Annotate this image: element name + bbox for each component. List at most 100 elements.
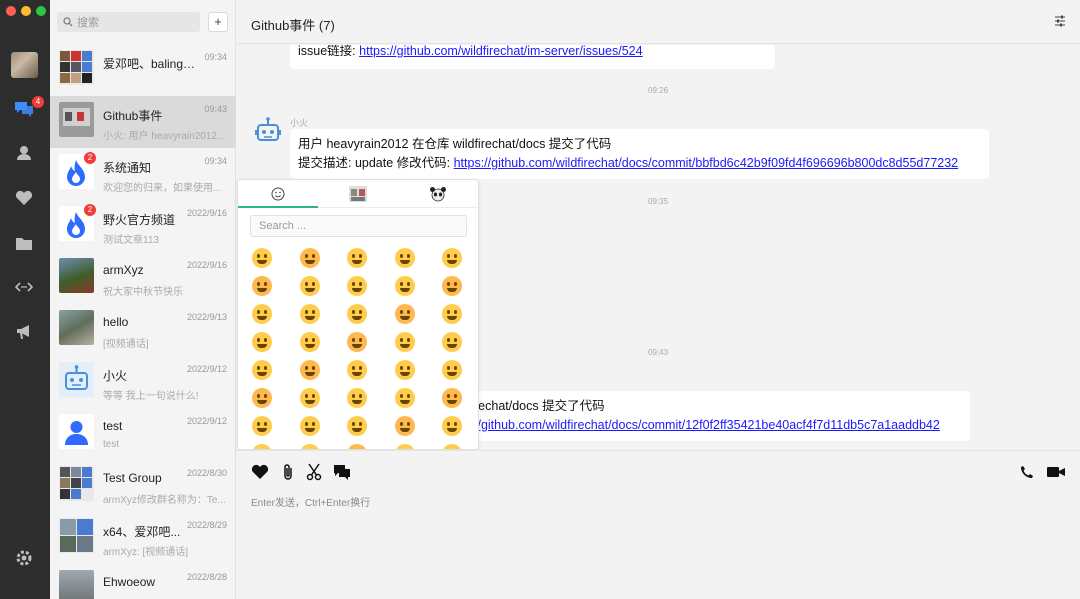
emoji-button[interactable] xyxy=(442,276,462,296)
emoji-button[interactable] xyxy=(252,332,272,352)
conversation-item[interactable]: Github事件 09:43 小火: 用户 heavyrain2012... xyxy=(50,96,236,148)
heart-icon[interactable] xyxy=(250,462,270,482)
emoji-button[interactable] xyxy=(347,304,367,324)
workspace-icon[interactable] xyxy=(13,276,35,298)
chat-settings-icon[interactable] xyxy=(1054,15,1066,30)
issue-link[interactable]: https://github.com/wildfirechat/im-serve… xyxy=(359,45,642,58)
message-text: 用户 heavyrain2012 在仓库 wildfirechat/docs 提… xyxy=(298,137,612,151)
panda-icon[interactable] xyxy=(398,180,478,208)
emoji-button[interactable] xyxy=(347,416,367,436)
video-icon[interactable] xyxy=(1046,462,1066,482)
conversation-last-message: 小火: 用户 heavyrain2012... xyxy=(103,131,226,142)
folder-icon[interactable] xyxy=(13,232,35,254)
scissors-icon[interactable] xyxy=(304,462,324,482)
conversation-item[interactable]: armXyz 2022/9/16 祝大家中秋节快乐 xyxy=(50,252,236,304)
emoji-button[interactable] xyxy=(300,360,320,380)
emoji-button[interactable] xyxy=(252,360,272,380)
commit-link[interactable]: https://github.com/wildfirechat/docs/com… xyxy=(454,156,959,170)
robot-avatar-icon xyxy=(252,115,284,147)
emoji-button[interactable] xyxy=(347,388,367,408)
attachment-icon[interactable] xyxy=(278,462,298,482)
smile-icon[interactable] xyxy=(238,180,318,208)
conversation-name: test xyxy=(103,419,123,433)
emoji-button[interactable] xyxy=(395,248,415,268)
message-text: 提交描述: update 修改代码: xyxy=(298,156,454,170)
emoji-button[interactable] xyxy=(442,388,462,408)
emoji-button[interactable] xyxy=(442,304,462,324)
emoji-button[interactable] xyxy=(395,276,415,296)
emoji-search-input[interactable]: Search ... xyxy=(250,215,467,237)
minimize-window-button[interactable] xyxy=(21,6,31,16)
conversation-item[interactable]: test 2022/9/12 test xyxy=(50,408,236,460)
conversation-item[interactable]: 2 系统通知 09:34 欢迎您的归来，如果使用... xyxy=(50,148,236,200)
emoji-button[interactable] xyxy=(395,416,415,436)
search-placeholder: 搜索 xyxy=(77,17,99,29)
emoji-button[interactable] xyxy=(252,248,272,268)
conversation-item[interactable]: 爱邓吧、balingdu... 09:34 xyxy=(50,44,236,96)
emoji-button[interactable] xyxy=(347,332,367,352)
conversation-item[interactable]: hello 2022/9/13 [视频通话] xyxy=(50,304,236,356)
contacts-icon[interactable] xyxy=(13,142,35,164)
conversation-item[interactable]: x64、爱邓吧... 2022/8/29 armXyz: [视频通话] xyxy=(50,512,236,564)
emoji-button[interactable] xyxy=(442,360,462,380)
nav-rail: 4 xyxy=(0,0,50,599)
unread-badge: 2 xyxy=(84,152,96,164)
conversation-time: 2022/9/16 xyxy=(186,260,227,270)
message-text: issue链接: xyxy=(298,45,360,58)
emoji-button[interactable] xyxy=(252,276,272,296)
conversation-name: hello xyxy=(103,315,129,329)
message-icon[interactable] xyxy=(332,462,352,482)
default-user-icon xyxy=(59,414,94,449)
emoji-button[interactable] xyxy=(395,332,415,352)
emoji-button[interactable] xyxy=(300,332,320,352)
channel-icon[interactable] xyxy=(13,321,35,343)
emoji-button[interactable] xyxy=(442,248,462,268)
close-window-button[interactable] xyxy=(6,6,16,16)
emoji-button[interactable] xyxy=(300,388,320,408)
emoji-button[interactable] xyxy=(300,276,320,296)
zoom-window-button[interactable] xyxy=(36,6,46,16)
conversation-name: 野火官方频道 xyxy=(103,213,176,227)
favorites-icon[interactable] xyxy=(13,187,35,209)
conversation-avatar xyxy=(59,102,94,137)
emoji-button[interactable] xyxy=(252,304,272,324)
conversation-item[interactable]: Ehwoeow 2022/8/28 xyxy=(50,564,236,599)
conversation-name: armXyz xyxy=(103,263,144,277)
emoji-button[interactable] xyxy=(395,388,415,408)
conversation-avatar xyxy=(59,570,94,599)
search-input[interactable]: 搜索 xyxy=(57,12,200,32)
emoji-button[interactable] xyxy=(252,388,272,408)
user-avatar[interactable] xyxy=(11,52,38,78)
emoji-button[interactable] xyxy=(300,304,320,324)
commit-link[interactable]: //github.com/wildfirechat/docs/commit/12… xyxy=(474,418,940,432)
conversation-last-message: 祝大家中秋节快乐 xyxy=(103,287,183,298)
emoji-button[interactable] xyxy=(442,332,462,352)
phone-icon[interactable] xyxy=(1017,462,1037,482)
conversation-item[interactable]: 小火 2022/9/12 等等 我上一句说什么! xyxy=(50,356,236,408)
emoji-button[interactable] xyxy=(300,416,320,436)
emoji-button[interactable] xyxy=(395,360,415,380)
emoji-button[interactable] xyxy=(347,360,367,380)
emoji-button[interactable] xyxy=(300,248,320,268)
emoji-button[interactable] xyxy=(395,304,415,324)
conversation-item[interactable]: 2 野火官方频道 2022/9/16 测试文章113 xyxy=(50,200,236,252)
timestamp: 09:35 xyxy=(648,197,669,206)
emoji-button[interactable] xyxy=(347,248,367,268)
timestamp: 09:43 xyxy=(648,348,669,357)
emoji-button[interactable] xyxy=(347,276,367,296)
conversation-list: 搜索 + 爱邓吧、balingdu... 09:34 Github事件 09:4… xyxy=(50,0,236,599)
conversation-name: x64、爱邓吧... xyxy=(103,525,181,539)
conversation-name: Ehwoeow xyxy=(103,575,156,589)
emoji-button[interactable] xyxy=(252,416,272,436)
sticker-icon[interactable] xyxy=(318,180,398,208)
settings-icon[interactable] xyxy=(13,547,35,569)
conversation-last-message: [视频通话] xyxy=(103,339,149,350)
conversation-last-message: 等等 我上一句说什么! xyxy=(103,391,199,402)
conversation-name: 小火 xyxy=(103,369,128,383)
emoji-tabs xyxy=(238,180,478,208)
emoji-button[interactable] xyxy=(442,416,462,436)
conversation-item[interactable]: Test Group 2022/8/30 armXyz修改群名称为：Te... xyxy=(50,460,236,512)
conversation-last-message: armXyz: [视频通话] xyxy=(103,547,189,558)
add-button[interactable]: + xyxy=(208,12,228,32)
conversation-last-message: 测试文章113 xyxy=(103,235,159,246)
